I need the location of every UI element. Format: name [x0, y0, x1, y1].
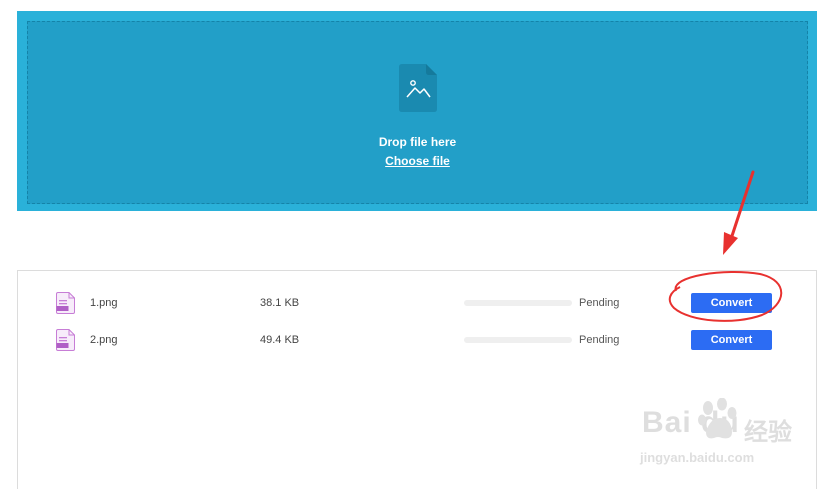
file-size: 38.1 KB	[260, 297, 300, 309]
dropzone[interactable]: Drop file here Choose file	[17, 11, 817, 211]
file-size: 49.4 KB	[260, 334, 300, 346]
image-file-icon	[56, 292, 75, 314]
choose-file-link[interactable]: Choose file	[28, 154, 807, 168]
dropzone-area[interactable]: Drop file here Choose file	[27, 21, 808, 204]
status-label: Pending	[579, 334, 620, 346]
baidu-jingyan-watermark: Bai du 经验 jingyan.baidu.com	[640, 398, 810, 470]
status-label: Pending	[579, 297, 620, 309]
convert-button[interactable]: Convert	[691, 330, 772, 350]
file-name: 1.png	[90, 297, 118, 309]
paw-icon	[698, 398, 737, 439]
convert-button[interactable]: Convert	[691, 293, 772, 313]
image-file-icon	[56, 329, 75, 351]
image-file-icon	[399, 64, 437, 112]
file-row: 1.png 38.1 KB Pending Convert	[18, 291, 816, 317]
annotation-arrowhead	[723, 232, 738, 255]
file-name: 2.png	[90, 334, 118, 346]
watermark-brand: 经验	[744, 419, 792, 446]
progress-bar	[464, 337, 572, 343]
watermark-url: jingyan.baidu.com	[640, 450, 755, 465]
progress-bar	[464, 300, 572, 306]
file-row: 2.png 49.4 KB Pending Convert	[18, 328, 816, 354]
drop-file-label: Drop file here	[378, 135, 457, 149]
